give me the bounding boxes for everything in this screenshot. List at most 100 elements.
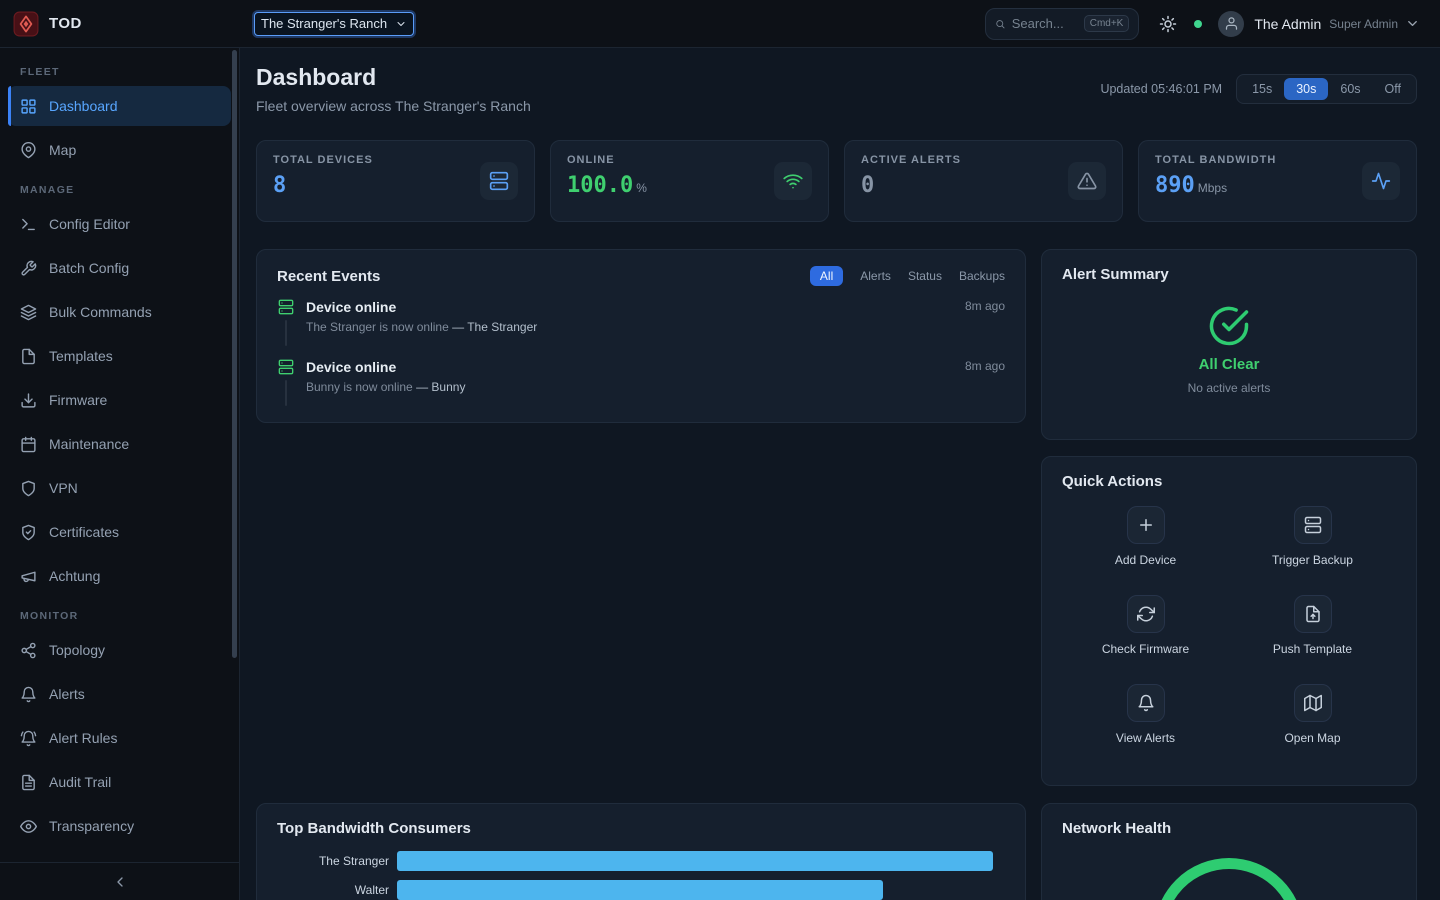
map-icon xyxy=(1304,694,1322,712)
quick-action-label: Open Map xyxy=(1284,731,1340,745)
plus-icon xyxy=(1137,516,1155,534)
sidebar: FLEET Dashboard Map MANAGE Config Editor… xyxy=(0,48,240,900)
sidebar-collapse-button[interactable] xyxy=(0,862,239,900)
ranch-select[interactable]: The Stranger's Ranch xyxy=(254,12,414,36)
quick-action-label: Push Template xyxy=(1273,642,1352,656)
open-map-button[interactable]: Open Map xyxy=(1229,680,1396,769)
map-pin-icon xyxy=(20,142,37,159)
bell-icon xyxy=(20,686,37,703)
trigger-backup-button[interactable]: Trigger Backup xyxy=(1229,502,1396,591)
stat-unit: Mbps xyxy=(1198,181,1227,195)
page-header: Dashboard Fleet overview across The Stra… xyxy=(256,64,1417,114)
event-item: Device online Bunny is now online — Bunn… xyxy=(277,359,1005,406)
event-time: 8m ago xyxy=(965,299,1005,346)
refresh-cw-icon xyxy=(1137,605,1155,623)
stat-label: ACTIVE ALERTS xyxy=(861,154,961,166)
sidebar-item-audit-trail[interactable]: Audit Trail xyxy=(8,762,231,802)
sidebar-item-map[interactable]: Map xyxy=(8,130,231,170)
add-device-button[interactable]: Add Device xyxy=(1062,502,1229,591)
sidebar-item-achtung[interactable]: Achtung xyxy=(8,556,231,596)
sidebar-item-alerts[interactable]: Alerts xyxy=(8,674,231,714)
sidebar-item-label: Config Editor xyxy=(49,216,130,232)
chevron-down-icon xyxy=(1405,16,1420,31)
event-device: — The Stranger xyxy=(452,320,537,334)
sidebar-item-label: Topology xyxy=(49,642,105,658)
user-menu-chevron[interactable] xyxy=(1405,16,1420,31)
top-bandwidth-card: Top Bandwidth Consumers The Stranger Wal… xyxy=(256,803,1026,900)
sidebar-item-certificates[interactable]: Certificates xyxy=(8,512,231,552)
sidebar-item-label: Achtung xyxy=(49,568,100,584)
quick-actions-card: Quick Actions Add Device Trigger Backup … xyxy=(1041,456,1417,786)
brand-name: TOD xyxy=(49,15,82,32)
event-detail: Bunny is now online xyxy=(306,380,413,394)
search-shortcut: Cmd+K xyxy=(1084,15,1130,32)
page-subtitle: Fleet overview across The Stranger's Ran… xyxy=(256,98,531,114)
refresh-option-60s[interactable]: 60s xyxy=(1328,78,1372,100)
network-icon xyxy=(20,642,37,659)
sidebar-item-bulk-commands[interactable]: Bulk Commands xyxy=(8,292,231,332)
quick-action-label: Check Firmware xyxy=(1102,642,1189,656)
sidebar-item-label: Transparency xyxy=(49,818,134,834)
quick-action-label: View Alerts xyxy=(1116,731,1175,745)
main-content: Dashboard Fleet overview across The Stra… xyxy=(240,48,1440,900)
theme-toggle-button[interactable] xyxy=(1159,15,1177,33)
chevron-left-icon xyxy=(112,874,128,890)
refresh-option-15s[interactable]: 15s xyxy=(1240,78,1284,100)
stat-card-active-alerts: ACTIVE ALERTS 0 xyxy=(844,140,1123,222)
refresh-interval-control: 15s 30s 60s Off xyxy=(1236,74,1417,104)
card-title: Recent Events xyxy=(277,268,380,285)
push-template-button[interactable]: Push Template xyxy=(1229,591,1396,680)
sun-icon xyxy=(1159,15,1177,33)
filter-backups[interactable]: Backups xyxy=(959,269,1005,283)
sidebar-item-firmware[interactable]: Firmware xyxy=(8,380,231,420)
stat-label: TOTAL DEVICES xyxy=(273,154,373,166)
server-icon xyxy=(489,171,509,191)
quick-action-label: Trigger Backup xyxy=(1272,553,1353,567)
user-icon xyxy=(1224,16,1239,31)
stat-value: 100.0 xyxy=(567,173,633,198)
stat-label: ONLINE xyxy=(567,154,647,166)
sidebar-item-maintenance[interactable]: Maintenance xyxy=(8,424,231,464)
event-title: Device online xyxy=(306,359,954,375)
sidebar-item-alert-rules[interactable]: Alert Rules xyxy=(8,718,231,758)
file-text-icon xyxy=(20,774,37,791)
event-item: Device online The Stranger is now online… xyxy=(277,299,1005,346)
search-box[interactable]: Cmd+K xyxy=(985,8,1139,40)
event-time: 8m ago xyxy=(965,359,1005,406)
refresh-option-30s[interactable]: 30s xyxy=(1284,78,1328,100)
bandwidth-chart: The Stranger Walter xyxy=(277,851,1005,900)
search-icon xyxy=(995,17,1005,31)
sidebar-item-label: Map xyxy=(49,142,76,158)
search-input[interactable] xyxy=(1012,16,1078,31)
stat-value: 8 xyxy=(273,173,286,198)
wifi-icon xyxy=(783,171,803,191)
sidebar-item-dashboard[interactable]: Dashboard xyxy=(8,86,231,126)
filter-all[interactable]: All xyxy=(810,266,843,286)
sidebar-item-topology[interactable]: Topology xyxy=(8,630,231,670)
stat-card-total-bandwidth: TOTAL BANDWIDTH 890Mbps xyxy=(1138,140,1417,222)
sidebar-item-label: Certificates xyxy=(49,524,119,540)
avatar[interactable] xyxy=(1218,11,1244,37)
sidebar-item-vpn[interactable]: VPN xyxy=(8,468,231,508)
event-device: — Bunny xyxy=(416,380,465,394)
filter-alerts[interactable]: Alerts xyxy=(860,269,891,283)
brand: TOD xyxy=(0,11,240,37)
sidebar-scrollbar[interactable] xyxy=(232,50,237,658)
timeline-line xyxy=(285,320,287,346)
sidebar-item-transparency[interactable]: Transparency xyxy=(8,806,231,846)
sidebar-item-config-editor[interactable]: Config Editor xyxy=(8,204,231,244)
filter-status[interactable]: Status xyxy=(908,269,942,283)
bandwidth-device-label: The Stranger xyxy=(277,854,389,868)
view-alerts-button[interactable]: View Alerts xyxy=(1062,680,1229,769)
bell-ring-icon xyxy=(20,730,37,747)
check-firmware-button[interactable]: Check Firmware xyxy=(1062,591,1229,680)
sidebar-item-label: VPN xyxy=(49,480,78,496)
updated-timestamp: Updated 05:46:01 PM xyxy=(1100,82,1222,96)
sidebar-item-templates[interactable]: Templates xyxy=(8,336,231,376)
alert-summary-card: Alert Summary All Clear No active alerts xyxy=(1041,249,1417,440)
sidebar-item-batch-config[interactable]: Batch Config xyxy=(8,248,231,288)
refresh-option-off[interactable]: Off xyxy=(1373,78,1413,100)
megaphone-icon xyxy=(20,568,37,585)
bandwidth-bar xyxy=(397,851,993,871)
download-icon xyxy=(20,392,37,409)
